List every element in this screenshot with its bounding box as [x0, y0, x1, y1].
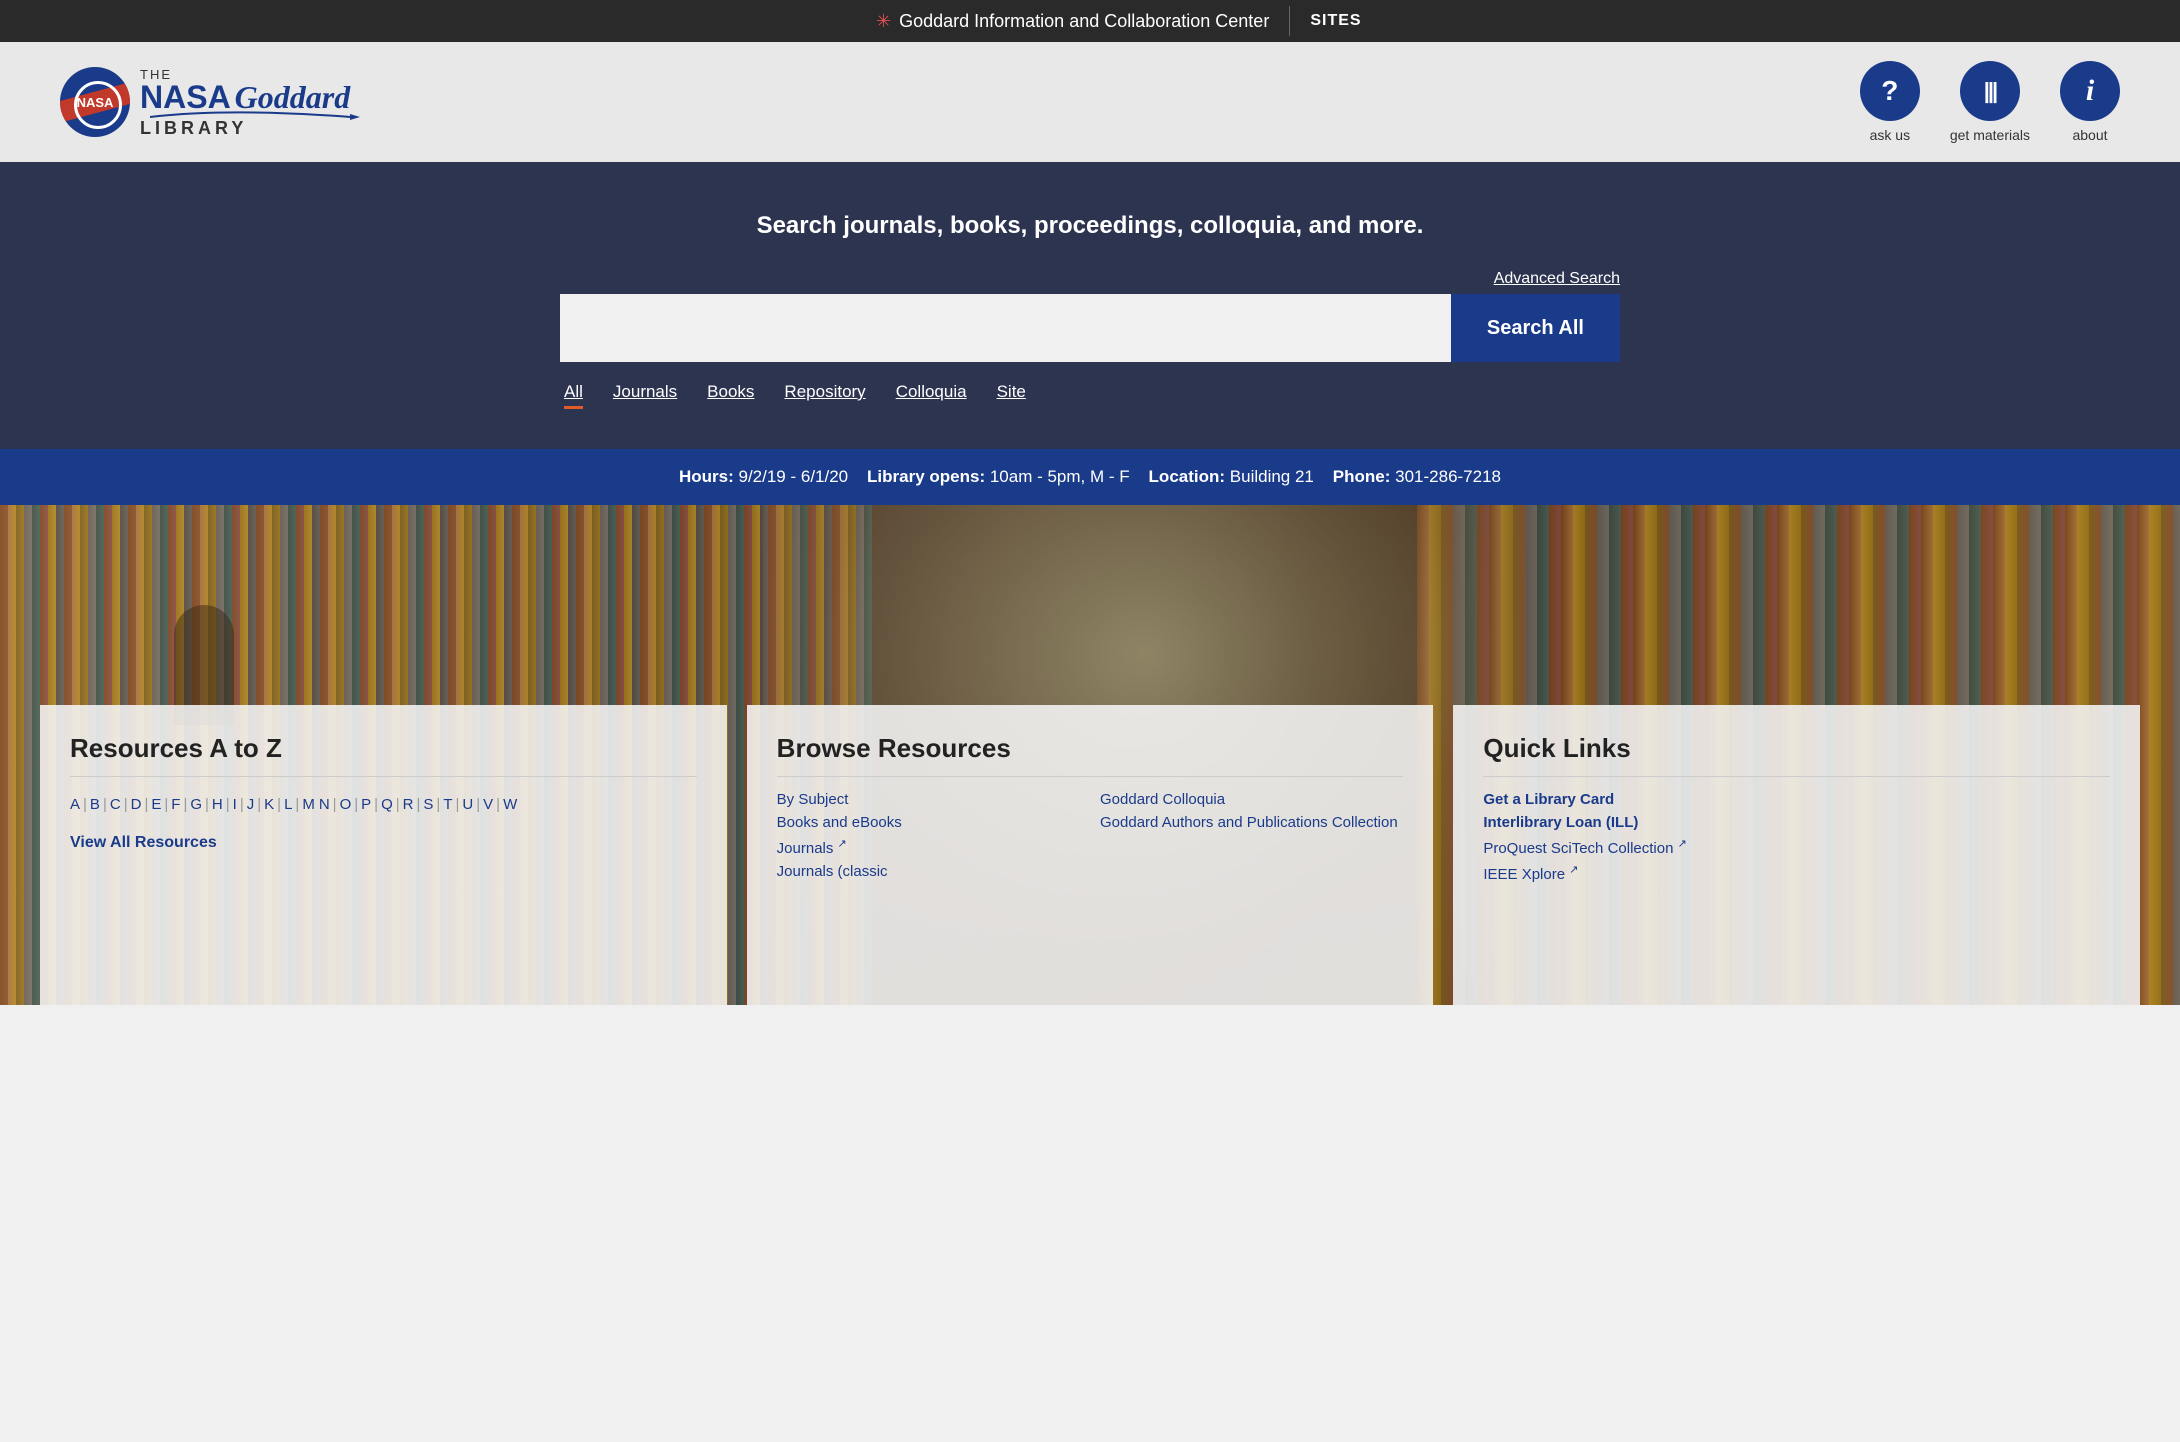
tab-books[interactable]: Books: [707, 382, 754, 409]
alpha-n[interactable]: N: [319, 791, 330, 818]
advanced-search-anchor[interactable]: Advanced Search: [1494, 270, 1620, 288]
alpha-e[interactable]: E: [151, 791, 161, 818]
get-materials-button[interactable]: ||| get materials: [1950, 61, 2030, 143]
location-label: Location:: [1149, 467, 1226, 486]
advanced-search-link[interactable]: Advanced Search: [560, 270, 1620, 288]
resources-az-title: Resources A to Z: [70, 733, 697, 777]
browse-journals[interactable]: Journals ↗: [777, 837, 1080, 857]
quicklink-ill[interactable]: Interlibrary Loan (ILL): [1483, 814, 2110, 831]
cards-container: Resources A to Z A| B| C| D| E| F| G| H|…: [0, 705, 2180, 1005]
tab-journals[interactable]: Journals: [613, 382, 677, 409]
alpha-c[interactable]: C: [110, 791, 121, 818]
quick-links-card: Quick Links Get a Library Card Interlibr…: [1453, 705, 2140, 1005]
ask-us-label: ask us: [1870, 127, 1910, 143]
get-materials-label: get materials: [1950, 127, 2030, 143]
alpha-w[interactable]: W: [503, 791, 517, 818]
hours-label: Hours:: [679, 467, 734, 486]
browse-books-ebooks[interactable]: Books and eBooks: [777, 814, 1080, 831]
alpha-f[interactable]: F: [171, 791, 180, 818]
browse-journals-classic[interactable]: Journals (classic: [777, 863, 1080, 880]
get-materials-icon: |||: [1960, 61, 2020, 121]
top-bar-star: ✳: [876, 11, 891, 32]
search-input[interactable]: [560, 294, 1451, 362]
alphabet-list: A| B| C| D| E| F| G| H| I| J| K| L| M N|…: [70, 791, 697, 818]
search-section: Search journals, books, proceedings, col…: [0, 162, 2180, 449]
alpha-k[interactable]: K: [264, 791, 274, 818]
tab-colloquia[interactable]: Colloquia: [896, 382, 967, 409]
alpha-d[interactable]: D: [131, 791, 142, 818]
alpha-p[interactable]: P: [361, 791, 371, 818]
question-mark-icon: ?: [1860, 61, 1920, 121]
alpha-b[interactable]: B: [90, 791, 100, 818]
phone-label: Phone:: [1333, 467, 1391, 486]
alpha-o[interactable]: O: [340, 791, 352, 818]
quick-links-list: Get a Library Card Interlibrary Loan (IL…: [1483, 791, 2110, 883]
about-label: about: [2072, 127, 2107, 143]
info-icon: i: [2060, 61, 2120, 121]
ask-us-button[interactable]: ? ask us: [1860, 61, 1920, 143]
tab-site[interactable]: Site: [997, 382, 1026, 409]
view-all-resources-link[interactable]: View All Resources: [70, 834, 217, 851]
header: NASA THE NASA Goddard LIBRARY ? ask us |…: [0, 42, 2180, 162]
tab-repository[interactable]: Repository: [784, 382, 865, 409]
sites-button[interactable]: SITES: [1310, 12, 1361, 30]
browse-col-left: By Subject Books and eBooks Journals ↗ J…: [777, 791, 1080, 886]
tab-all[interactable]: All: [564, 382, 583, 409]
alpha-q[interactable]: Q: [381, 791, 393, 818]
quicklink-ieee[interactable]: IEEE Xplore ↗: [1483, 863, 2110, 883]
quicklink-proquest[interactable]: ProQuest SciTech Collection ↗: [1483, 837, 2110, 857]
header-logo: NASA THE NASA Goddard LIBRARY: [60, 67, 360, 137]
alpha-u[interactable]: U: [462, 791, 473, 818]
alpha-h[interactable]: H: [212, 791, 223, 818]
search-tagline: Search journals, books, proceedings, col…: [60, 212, 2120, 240]
quick-links-title: Quick Links: [1483, 733, 2110, 777]
top-bar: ✳ Goddard Information and Collaboration …: [0, 0, 2180, 42]
browse-colloquia[interactable]: Goddard Colloquia: [1100, 791, 1403, 808]
top-bar-divider: [1289, 6, 1290, 36]
header-library: LIBRARY: [140, 119, 360, 137]
ext-icon-journals: ↗: [838, 838, 847, 850]
browse-cols: By Subject Books and eBooks Journals ↗ J…: [777, 791, 1404, 886]
browse-resources-title: Browse Resources: [777, 733, 1404, 777]
resources-az-card: Resources A to Z A| B| C| D| E| F| G| H|…: [40, 705, 727, 1005]
browse-by-subject[interactable]: By Subject: [777, 791, 1080, 808]
alpha-m[interactable]: M: [302, 791, 315, 818]
alpha-r[interactable]: R: [403, 791, 414, 818]
info-bar: Hours: 9/2/19 - 6/1/20 Library opens: 10…: [0, 449, 2180, 505]
about-button[interactable]: i about: [2060, 61, 2120, 143]
alpha-s[interactable]: S: [423, 791, 433, 818]
header-wordmark: THE NASA Goddard LIBRARY: [140, 68, 360, 137]
quicklink-library-card[interactable]: Get a Library Card: [1483, 791, 2110, 808]
ext-icon-proquest: ↗: [1678, 838, 1687, 850]
header-icons: ? ask us ||| get materials i about: [1860, 61, 2120, 143]
top-bar-title: Goddard Information and Collaboration Ce…: [899, 11, 1269, 32]
ext-icon-ieee: ↗: [1569, 864, 1578, 876]
search-bar: Search All: [560, 294, 1620, 362]
swoosh-icon: [140, 109, 360, 121]
alpha-l[interactable]: L: [284, 791, 292, 818]
alpha-a[interactable]: A: [70, 791, 80, 818]
top-bar-center: ✳ Goddard Information and Collaboration …: [876, 6, 1362, 36]
alpha-v[interactable]: V: [483, 791, 493, 818]
nasa-logo: NASA: [60, 67, 130, 137]
browse-col-right: Goddard Colloquia Goddard Authors and Pu…: [1100, 791, 1403, 886]
search-tabs: All Journals Books Repository Colloquia …: [560, 382, 1620, 409]
library-photo-section: Resources A to Z A| B| C| D| E| F| G| H|…: [0, 505, 2180, 1005]
browse-authors[interactable]: Goddard Authors and Publications Collect…: [1100, 814, 1403, 831]
browse-resources-card: Browse Resources By Subject Books and eB…: [747, 705, 1434, 1005]
alpha-i[interactable]: I: [233, 791, 237, 818]
alpha-g[interactable]: G: [190, 791, 202, 818]
alpha-j[interactable]: J: [247, 791, 255, 818]
search-all-button[interactable]: Search All: [1451, 294, 1620, 362]
alpha-t[interactable]: T: [443, 791, 452, 818]
opens-label: Library opens:: [867, 467, 985, 486]
